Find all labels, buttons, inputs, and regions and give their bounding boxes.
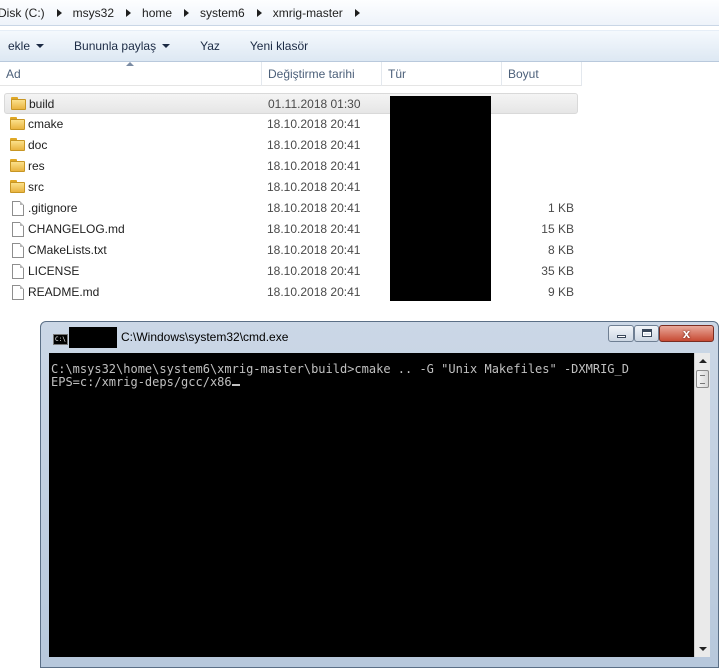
vertical-scrollbar[interactable] xyxy=(694,353,710,657)
console-line: C:\msys32\home\system6\xmrig-master\buil… xyxy=(51,362,629,376)
breadcrumb-chevron-icon[interactable] xyxy=(256,8,262,17)
file-row[interactable]: LICENSE 18.10.2018 20:41 35 KB xyxy=(4,261,578,282)
breadcrumb-chevron-icon[interactable] xyxy=(56,8,62,17)
new-folder-label: Yeni klasör xyxy=(249,39,309,53)
file-row[interactable]: build 01.11.2018 01:30 xyxy=(4,93,578,114)
console-icon: C:\ xyxy=(53,334,68,345)
close-icon: x xyxy=(682,326,691,341)
new-folder-button[interactable]: Yeni klasör xyxy=(242,34,316,58)
file-row[interactable]: doc 18.10.2018 20:41 xyxy=(4,135,578,156)
include-in-library-label: ekle xyxy=(8,39,31,53)
file-row[interactable]: README.md 18.10.2018 20:41 9 KB xyxy=(4,282,578,303)
file-date: 18.10.2018 20:41 xyxy=(267,180,361,194)
file-size: 9 KB xyxy=(547,285,574,299)
file-size xyxy=(504,177,574,198)
command-toolbar: ekle Bununla paylaş Yaz Yeni klasör xyxy=(0,30,719,62)
file-icon xyxy=(12,285,24,300)
breadcrumb-chevron-icon[interactable] xyxy=(354,8,360,17)
file-icon xyxy=(12,201,24,216)
file-size xyxy=(504,135,574,156)
file-size: 8 KB xyxy=(547,243,574,257)
file-row[interactable]: res 18.10.2018 20:41 xyxy=(4,156,578,177)
chevron-down-icon xyxy=(162,44,171,48)
file-row[interactable]: CMakeLists.txt 18.10.2018 20:41 8 KB xyxy=(4,240,578,261)
text-cursor xyxy=(231,384,240,386)
breadcrumb-item[interactable]: xmrig-master xyxy=(271,2,346,24)
file-name: cmake xyxy=(28,117,64,131)
file-date: 18.10.2018 20:41 xyxy=(267,201,361,215)
breadcrumb-item[interactable]: msys32 xyxy=(71,2,117,24)
column-header-date[interactable]: Değiştirme tarihi xyxy=(262,62,382,86)
console-line: EPS=c:/xmrig-deps/gcc/x86 xyxy=(51,375,232,389)
file-date: 18.10.2018 20:41 xyxy=(267,243,361,257)
file-name: doc xyxy=(28,138,48,152)
burn-button[interactable]: Yaz xyxy=(192,34,228,58)
file-date: 18.10.2018 20:41 xyxy=(267,222,361,236)
file-name: build xyxy=(29,97,55,111)
scrollbar-thumb[interactable] xyxy=(696,370,709,388)
share-with-button[interactable]: Bununla paylaş xyxy=(66,34,178,58)
minimize-icon xyxy=(617,335,626,338)
file-icon xyxy=(12,264,24,279)
chevron-down-icon xyxy=(36,44,45,48)
file-size xyxy=(504,114,574,135)
column-headers: Ad Değiştirme tarihi Tür Boyut xyxy=(0,62,582,86)
cmd-window-title: C:\Windows\system32\cmd.exe xyxy=(121,330,289,344)
folder-icon xyxy=(11,97,26,110)
file-name: CHANGELOG.md xyxy=(28,222,125,236)
file-date: 18.10.2018 20:41 xyxy=(267,117,361,131)
burn-label: Yaz xyxy=(200,39,220,53)
file-date: 18.10.2018 20:41 xyxy=(267,159,361,173)
maximize-button[interactable] xyxy=(634,325,659,342)
breadcrumb-item[interactable]: Disk (C:) xyxy=(0,2,48,24)
folder-icon xyxy=(10,159,25,172)
file-date: 18.10.2018 20:41 xyxy=(267,264,361,278)
console-output[interactable]: C:\msys32\home\system6\xmrig-master\buil… xyxy=(49,353,694,657)
file-date: 01.11.2018 01:30 xyxy=(268,97,361,111)
share-with-label: Bununla paylaş xyxy=(74,39,157,53)
sort-ascending-icon xyxy=(126,62,134,66)
column-header-type[interactable]: Tür xyxy=(382,62,502,86)
cmd-window: C:\ C:\Windows\system32\cmd.exe x C:\msy… xyxy=(40,321,719,668)
include-in-library-button[interactable]: ekle xyxy=(0,34,52,58)
file-name: src xyxy=(28,180,44,194)
scroll-up-arrow-icon[interactable] xyxy=(695,353,711,369)
address-bar[interactable]: Disk (C:) msys32 home system6 xmrig-master xyxy=(0,0,719,26)
minimize-button[interactable] xyxy=(608,325,634,342)
file-name: CMakeLists.txt xyxy=(28,243,107,257)
file-date: 18.10.2018 20:41 xyxy=(267,285,361,299)
breadcrumb-chevron-icon[interactable] xyxy=(126,8,132,17)
maximize-icon xyxy=(642,329,652,337)
file-name: res xyxy=(28,159,45,173)
close-button[interactable]: x xyxy=(659,325,714,342)
file-size xyxy=(504,156,574,177)
file-size: 1 KB xyxy=(547,201,574,215)
file-icon xyxy=(12,243,24,258)
folder-icon xyxy=(10,180,25,193)
file-row[interactable]: cmake 18.10.2018 20:41 xyxy=(4,114,578,135)
file-size: 35 KB xyxy=(541,264,574,278)
file-name: .gitignore xyxy=(28,201,78,215)
folder-icon xyxy=(10,117,25,130)
file-row[interactable]: .gitignore 18.10.2018 20:41 1 KB xyxy=(4,198,578,219)
file-name: README.md xyxy=(28,285,100,299)
file-row[interactable]: CHANGELOG.md 18.10.2018 20:41 15 KB xyxy=(4,219,578,240)
breadcrumb-chevron-icon[interactable] xyxy=(184,8,190,17)
file-size xyxy=(505,94,575,115)
redaction-block xyxy=(69,327,117,348)
file-date: 18.10.2018 20:41 xyxy=(267,138,361,152)
scroll-down-arrow-icon[interactable] xyxy=(695,641,711,657)
file-size: 15 KB xyxy=(541,222,574,236)
column-header-size[interactable]: Boyut xyxy=(502,62,582,86)
redaction-block xyxy=(390,96,491,301)
file-icon xyxy=(12,222,24,237)
file-name: LICENSE xyxy=(28,264,80,278)
cmd-titlebar[interactable]: C:\ C:\Windows\system32\cmd.exe x xyxy=(41,322,718,352)
breadcrumb-item[interactable]: home xyxy=(140,2,175,24)
breadcrumb-item[interactable]: system6 xyxy=(198,2,248,24)
file-row[interactable]: src 18.10.2018 20:41 xyxy=(4,177,578,198)
file-list: Ad Değiştirme tarihi Tür Boyut build 01.1… xyxy=(0,62,719,322)
folder-icon xyxy=(10,138,25,151)
